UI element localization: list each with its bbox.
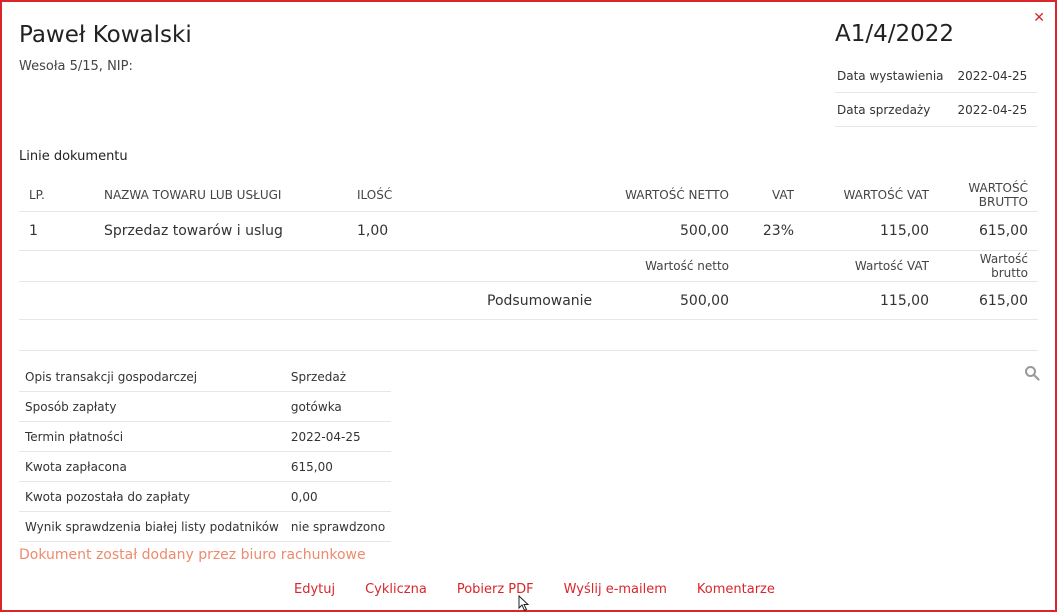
info-value: 0,00: [284, 481, 392, 512]
sale-date-label: Data sprzedaży: [835, 92, 956, 127]
info-row: Termin płatności 2022-04-25: [19, 421, 392, 452]
lines-section-title: Linie dokumentu: [19, 149, 128, 164]
header-lp: LP.: [19, 178, 94, 212]
summary-gross-label: Wartość brutto: [939, 250, 1038, 282]
search-icon[interactable]: [1024, 365, 1040, 381]
info-row: Kwota zapłacona 615,00: [19, 451, 392, 482]
document-number: A1/4/2022: [835, 21, 955, 47]
table-spacer-row: [19, 319, 1038, 351]
row-lp: 1: [19, 211, 94, 251]
info-label: Sposób zapłaty: [19, 391, 285, 422]
summary-values-row: Podsumowanie 500,00 115,00 615,00: [19, 281, 1038, 320]
info-label: Kwota pozostała do zapłaty: [19, 481, 285, 512]
summary-net-value: 500,00: [680, 292, 729, 309]
row-item-name: Sprzedaz towarów i uslug: [94, 211, 347, 251]
recurring-link[interactable]: Cykliczna: [365, 582, 427, 597]
table-header-row: LP. NAZWA TOWARU LUB USŁUGI ILOŚĆ WARTOŚ…: [19, 178, 1038, 212]
invoice-modal: ✕ Paweł Kowalski Wesoła 5/15, NIP: A1/4/…: [0, 0, 1057, 612]
seller-name: Paweł Kowalski: [19, 22, 192, 48]
header-net-value: WARTOŚĆ NETTO: [477, 178, 739, 212]
info-label: Opis transakcji gospodarczej: [19, 362, 285, 392]
issue-date-value: 2022-04-25: [955, 59, 1038, 93]
summary-vat-label: Wartość VAT: [804, 250, 939, 282]
summary-vat-value: 115,00: [804, 281, 939, 320]
sale-date-row: Data sprzedaży 2022-04-25: [835, 92, 1038, 127]
close-icon[interactable]: ✕: [1033, 10, 1045, 26]
row-vat-value: 115,00: [804, 211, 939, 251]
header-vat-value: WARTOŚĆ VAT: [804, 178, 939, 212]
table-row: 1 Sprzedaz towarów i uslug 1,00 500,00 2…: [19, 211, 1038, 251]
info-value: 615,00: [284, 451, 392, 482]
info-row: Kwota pozostała do zapłaty 0,00: [19, 481, 392, 512]
info-value: gotówka: [284, 391, 392, 422]
header-vat: VAT: [739, 178, 804, 212]
document-dates: Data wystawienia 2022-04-25 Data sprzeda…: [835, 59, 1038, 127]
transaction-info-table: Opis transakcji gospodarczej Sprzedaż Sp…: [19, 362, 392, 542]
header-item-name: NAZWA TOWARU LUB USŁUGI: [94, 178, 347, 212]
document-lines-table: LP. NAZWA TOWARU LUB USŁUGI ILOŚĆ WARTOŚ…: [19, 178, 1038, 351]
row-net-value: 500,00: [477, 211, 739, 251]
info-label: Kwota zapłacona: [19, 451, 285, 482]
send-email-link[interactable]: Wyślij e-mailem: [564, 582, 667, 597]
summary-net: Podsumowanie 500,00: [477, 281, 739, 320]
sale-date-value: 2022-04-25: [955, 92, 1038, 127]
edit-link[interactable]: Edytuj: [294, 582, 335, 597]
info-value: Sprzedaż: [284, 362, 392, 392]
info-label: Wynik sprawdzenia białej listy podatnikó…: [19, 511, 285, 542]
action-bar: Edytuj Cykliczna Pobierz PDF Wyślij e-ma…: [294, 582, 805, 597]
comments-link[interactable]: Komentarze: [697, 582, 775, 597]
mouse-cursor-icon: [518, 595, 530, 612]
info-value: nie sprawdzono: [284, 511, 392, 542]
summary-gross-value: 615,00: [939, 281, 1038, 320]
row-vat: 23%: [739, 211, 804, 251]
row-gross-value: 615,00: [939, 211, 1038, 251]
header-quantity: ILOŚĆ: [347, 178, 477, 212]
accounting-office-note: Dokument został dodany przez biuro rachu…: [19, 547, 366, 563]
summary-net-label: Wartość netto: [477, 250, 739, 282]
summary-label: Podsumowanie: [487, 292, 593, 309]
summary-header-row: Wartość netto Wartość VAT Wartość brutto: [19, 250, 1038, 282]
info-row: Wynik sprawdzenia białej listy podatnikó…: [19, 511, 392, 542]
info-row: Opis transakcji gospodarczej Sprzedaż: [19, 362, 392, 392]
info-row: Sposób zapłaty gotówka: [19, 391, 392, 422]
info-label: Termin płatności: [19, 421, 285, 452]
info-value: 2022-04-25: [284, 421, 392, 452]
issue-date-row: Data wystawienia 2022-04-25: [835, 59, 1038, 93]
row-quantity: 1,00: [347, 211, 477, 251]
header-gross-value: WARTOŚĆ BRUTTO: [939, 178, 1038, 212]
issue-date-label: Data wystawienia: [835, 59, 956, 93]
seller-address: Wesoła 5/15, NIP:: [19, 59, 133, 74]
